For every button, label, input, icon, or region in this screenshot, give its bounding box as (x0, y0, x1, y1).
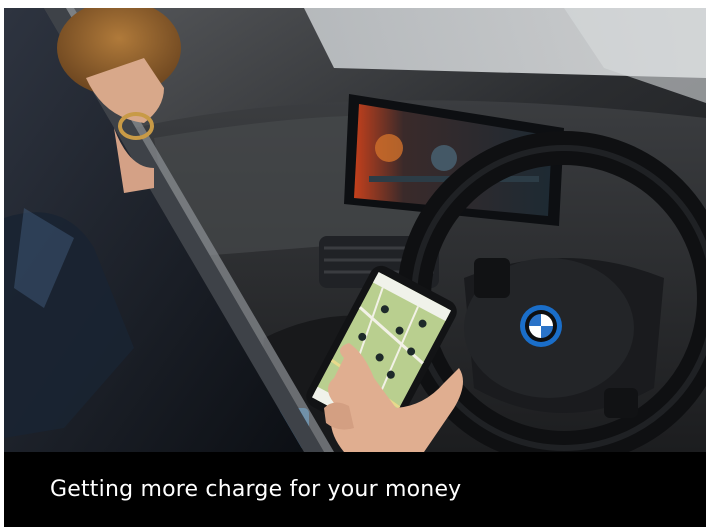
caption-bar: Getting more charge for your money (4, 452, 706, 527)
article-card[interactable]: Getting more charge for your money (0, 0, 710, 527)
article-title[interactable]: Getting more charge for your money (50, 477, 461, 502)
hero-photo (4, 8, 706, 452)
